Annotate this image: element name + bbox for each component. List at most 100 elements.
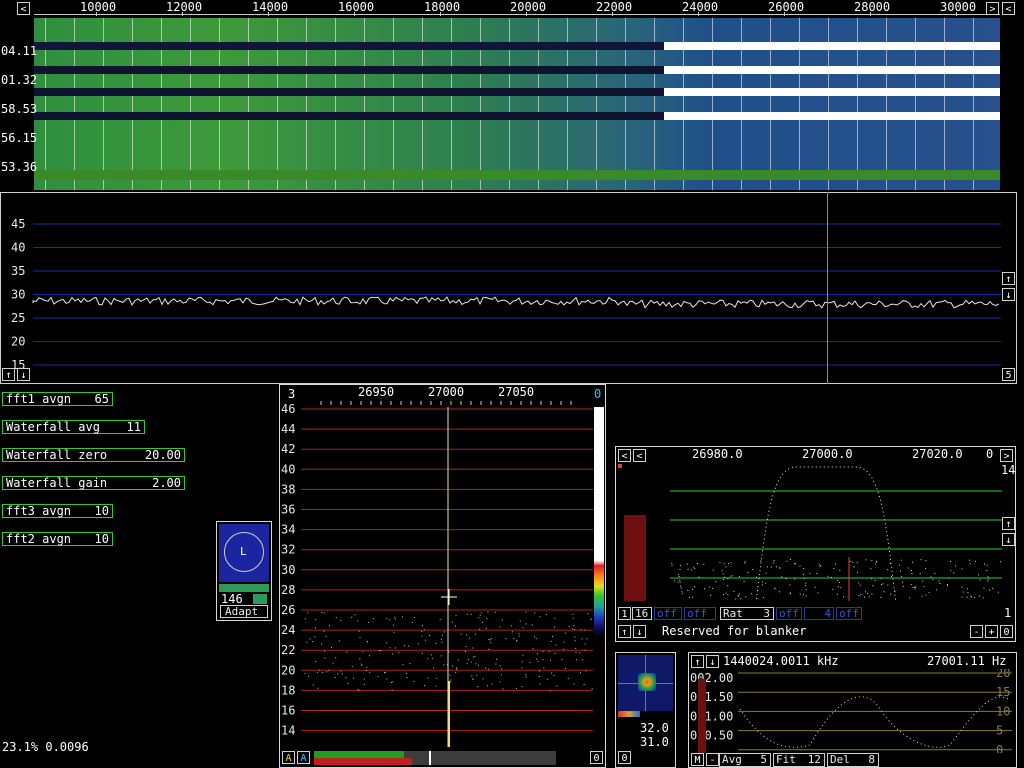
hires-red-bar [624, 515, 646, 601]
baseband-point [525, 674, 527, 676]
baseband-y-tick: 28 [281, 583, 295, 597]
waterfall-display[interactable] [34, 18, 1000, 190]
baseband-point [404, 645, 406, 647]
baseband-point [534, 636, 535, 638]
spectrum-number-button[interactable]: 5 [1002, 368, 1015, 381]
rat-label: Rat [723, 607, 743, 620]
hires-point [679, 581, 681, 583]
baseband-end-button[interactable]: 0 [590, 751, 603, 764]
scroll-right-button[interactable]: > [986, 2, 999, 15]
meter-panel: 32.0 31.0 0 [615, 652, 676, 768]
hires-off-2[interactable]: off [684, 607, 716, 620]
hires-zero-button[interactable]: 0 [1000, 625, 1013, 638]
baseband-point [550, 659, 551, 661]
fit-field[interactable]: Fit 12 [773, 753, 825, 767]
baseband-plot[interactable]: 46 44 42 40 38 36 34 32 30 28 26 24 22 20 18 16 14 [281, 401, 601, 747]
hires-point [871, 560, 873, 562]
hires-point [762, 597, 764, 599]
baseband-point [440, 638, 442, 640]
spectrum-right-up-button[interactable]: ↑ [1002, 272, 1015, 285]
del-field[interactable]: Del 8 [827, 753, 879, 767]
meter-button[interactable]: 0 [618, 751, 631, 764]
param-fft1-avgn[interactable]: fft1 avgn 65 [2, 392, 113, 406]
hires-left-button-2[interactable]: < [633, 449, 646, 462]
hires-point [805, 589, 807, 591]
baseband-point [423, 629, 425, 631]
hires-ctrl-16[interactable]: 16 [632, 607, 652, 620]
param-fft2-avgn[interactable]: fft2 avgn 10 [2, 532, 113, 546]
hires-point [816, 572, 818, 574]
baseband-point [519, 620, 521, 622]
baseband-point [422, 625, 423, 627]
hires-down-button[interactable]: ↓ [633, 625, 646, 638]
baseband-point [391, 689, 393, 691]
baseband-point [304, 618, 306, 620]
hires-rat-field[interactable]: Rat 3 [720, 607, 774, 620]
hires-right-up-button[interactable]: ↑ [1002, 517, 1015, 530]
hires-ctrl-1[interactable]: 1 [618, 607, 631, 620]
baseband-point [435, 642, 437, 644]
coherent-plot[interactable]: 20 15 10 5 0 002.00 001.50 001.00 000.50 [690, 669, 1014, 753]
hires-ctrl-4[interactable]: 4 [804, 607, 834, 620]
param-value: 10 [94, 532, 109, 546]
adapt-button[interactable]: Adapt [220, 605, 268, 618]
hires-point [853, 566, 855, 568]
hires-up-button[interactable]: ↑ [618, 625, 631, 638]
agc-scope[interactable]: L [219, 524, 269, 582]
baseband-point [487, 611, 489, 613]
scroll-left-button-2[interactable]: < [1002, 2, 1015, 15]
hires-point [712, 587, 714, 589]
hires-off-1[interactable]: off [654, 607, 682, 620]
hires-left-button[interactable]: < [618, 449, 631, 462]
spectrum-down-button[interactable]: ↓ [17, 368, 30, 381]
baseband-y-tick: 26 [281, 603, 295, 617]
baseband-point [421, 630, 423, 632]
hires-minus-button[interactable]: - [970, 625, 983, 638]
baseband-point [430, 654, 432, 656]
hires-plus-button[interactable]: + [985, 625, 998, 638]
spectrum-right-down-button[interactable]: ↓ [1002, 288, 1015, 301]
param-waterfall-avg[interactable]: Waterfall avg 11 [2, 420, 145, 434]
hires-point [874, 563, 876, 565]
baseband-point [408, 645, 410, 647]
hires-right-down-button[interactable]: ↓ [1002, 533, 1015, 546]
baseband-point [573, 683, 575, 685]
top-frequency-scale: < 10000 12000 14000 16000 18000 20000 22000 240… [0, 0, 1024, 18]
hires-point [817, 592, 819, 594]
baseband-a-button-2[interactable]: A [297, 751, 310, 764]
coherent-m-button[interactable]: M [691, 753, 704, 766]
baseband-point [394, 616, 396, 618]
baseband-a-button-1[interactable]: A [282, 751, 295, 764]
hires-off-3[interactable]: off [776, 607, 802, 620]
baseband-point [499, 665, 501, 667]
hires-point [939, 583, 941, 584]
meter-bar [618, 711, 640, 717]
hires-plot[interactable]: 40353025 [646, 463, 1006, 601]
hires-point [680, 585, 682, 587]
coherent-up-button[interactable]: ↑ [691, 655, 704, 668]
baseband-left-number[interactable]: 3 [288, 387, 295, 401]
avg-field[interactable]: Avg 5 [719, 753, 771, 767]
meter-scope[interactable] [618, 655, 673, 711]
baseband-point [455, 672, 457, 674]
param-waterfall-gain[interactable]: Waterfall gain 2.00 [2, 476, 185, 490]
coherent-down-button[interactable]: ↓ [706, 655, 719, 668]
param-fft3-avgn[interactable]: fft3 avgn 10 [2, 504, 113, 518]
param-waterfall-zero[interactable]: Waterfall zero 20.00 [2, 448, 185, 462]
baseband-point [321, 612, 323, 613]
top-scale-tick-mark [182, 12, 183, 16]
hires-point [818, 563, 820, 565]
hires-point [678, 574, 680, 576]
baseband-point [450, 679, 452, 681]
hires-point [914, 587, 916, 588]
baseband-point [331, 647, 332, 649]
baseband-right-number[interactable]: 0 [594, 387, 601, 401]
hires-point [969, 563, 971, 565]
hires-right-button[interactable]: > [1000, 449, 1013, 462]
spectrum-display[interactable]: 45 40 35 30 25 20 15 [0, 192, 1017, 384]
spectrum-up-button[interactable]: ↑ [2, 368, 15, 381]
hires-off-4[interactable]: off [836, 607, 862, 620]
scroll-left-button[interactable]: < [17, 2, 30, 15]
coherent-minus-button[interactable]: - [706, 753, 719, 766]
baseband-point [366, 640, 368, 642]
